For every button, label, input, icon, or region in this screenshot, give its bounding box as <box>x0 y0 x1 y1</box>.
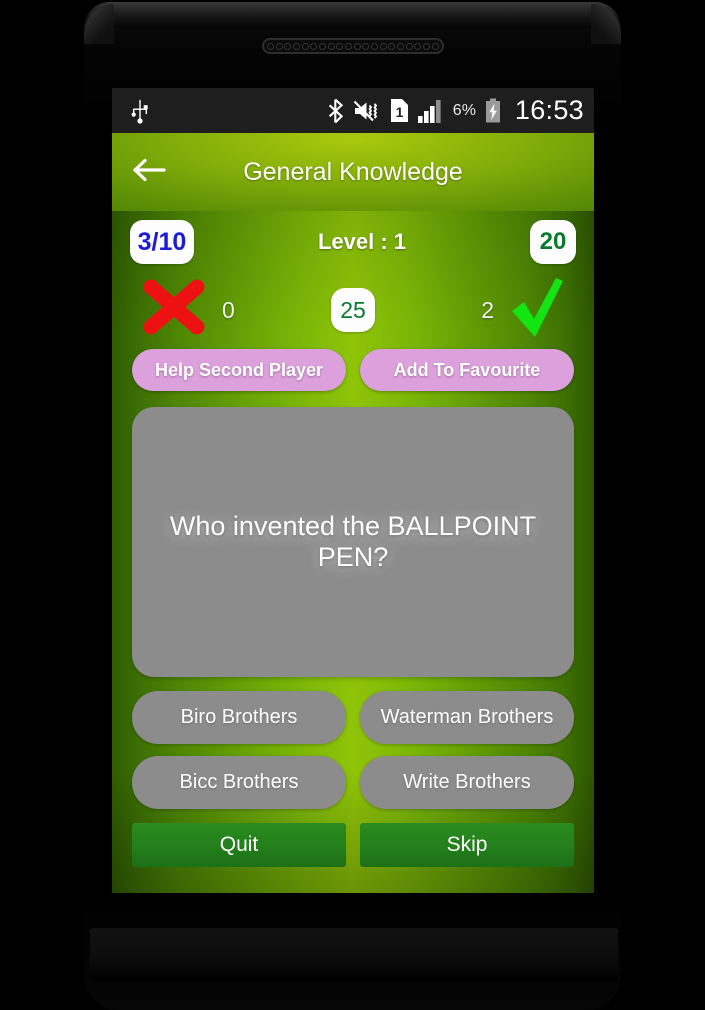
stats-row: 0 25 2 <box>122 273 584 347</box>
answer-options-grid: Biro Brothers Waterman Brothers Bicc Bro… <box>132 691 574 809</box>
phone-bezel-shoulder-left <box>84 4 114 44</box>
phone-bezel-shoulder-right <box>591 4 621 44</box>
battery-charging-icon <box>485 98 501 123</box>
answer-option-1[interactable]: Biro Brothers <box>132 691 346 744</box>
answer-option-4[interactable]: Write Brothers <box>360 756 574 809</box>
phone-screen: 1 6% 16:53 General Knowledge 3/10 Level … <box>112 88 594 893</box>
answer-option-2[interactable]: Waterman Brothers <box>360 691 574 744</box>
coins-badge: 20 <box>530 220 576 264</box>
status-bar-clock: 16:53 <box>514 95 584 125</box>
skip-button[interactable]: Skip <box>360 823 574 867</box>
score-row: 3/10 Level : 1 20 <box>122 211 584 273</box>
action-buttons-row: Help Second Player Add To Favourite <box>122 347 584 391</box>
footer-buttons-row: Quit Skip <box>132 823 574 867</box>
back-button[interactable] <box>112 133 186 211</box>
answer-option-3[interactable]: Bicc Brothers <box>132 756 346 809</box>
right-answers-count: 2 <box>481 296 494 323</box>
phone-bottom-bezel <box>90 928 618 980</box>
green-check-icon <box>504 275 566 346</box>
status-bar: 1 6% 16:53 <box>112 88 594 133</box>
sound-muted-icon <box>353 99 381 123</box>
status-bar-left <box>130 98 150 124</box>
app-header: General Knowledge <box>112 133 594 211</box>
right-answers-group: 2 <box>396 275 566 346</box>
game-body: 3/10 Level : 1 20 0 25 2 Help Second Pla… <box>112 211 594 893</box>
battery-percent-label: 6% <box>452 101 476 119</box>
svg-text:1: 1 <box>395 104 403 120</box>
question-text: Who invented the BALLPOINT PEN? <box>169 511 537 572</box>
bluetooth-icon <box>327 98 344 124</box>
quit-button[interactable]: Quit <box>132 823 346 867</box>
earpiece-speaker-grille <box>262 38 444 54</box>
status-bar-right: 1 6% 16:53 <box>327 95 584 126</box>
level-label: Level : 1 <box>317 229 407 254</box>
phone-bezel-top-highlight <box>84 2 621 28</box>
help-second-player-button[interactable]: Help Second Player <box>132 349 346 391</box>
question-progress-badge: 3/10 <box>130 220 194 264</box>
phone-frame: 1 6% 16:53 General Knowledge 3/10 Level … <box>0 0 705 1010</box>
signal-bars-icon <box>417 99 444 123</box>
sim-card-1-icon: 1 <box>390 98 409 123</box>
back-arrow-icon <box>131 157 167 188</box>
wrong-answers-count: 0 <box>222 296 235 323</box>
timer-badge: 25 <box>331 288 375 332</box>
red-cross-icon <box>140 277 208 344</box>
usb-icon <box>130 98 150 124</box>
add-to-favourite-button[interactable]: Add To Favourite <box>360 349 574 391</box>
page-title: General Knowledge <box>243 157 463 186</box>
wrong-answers-group: 0 <box>140 277 310 344</box>
question-card: Who invented the BALLPOINT PEN? Who inve… <box>132 407 574 677</box>
